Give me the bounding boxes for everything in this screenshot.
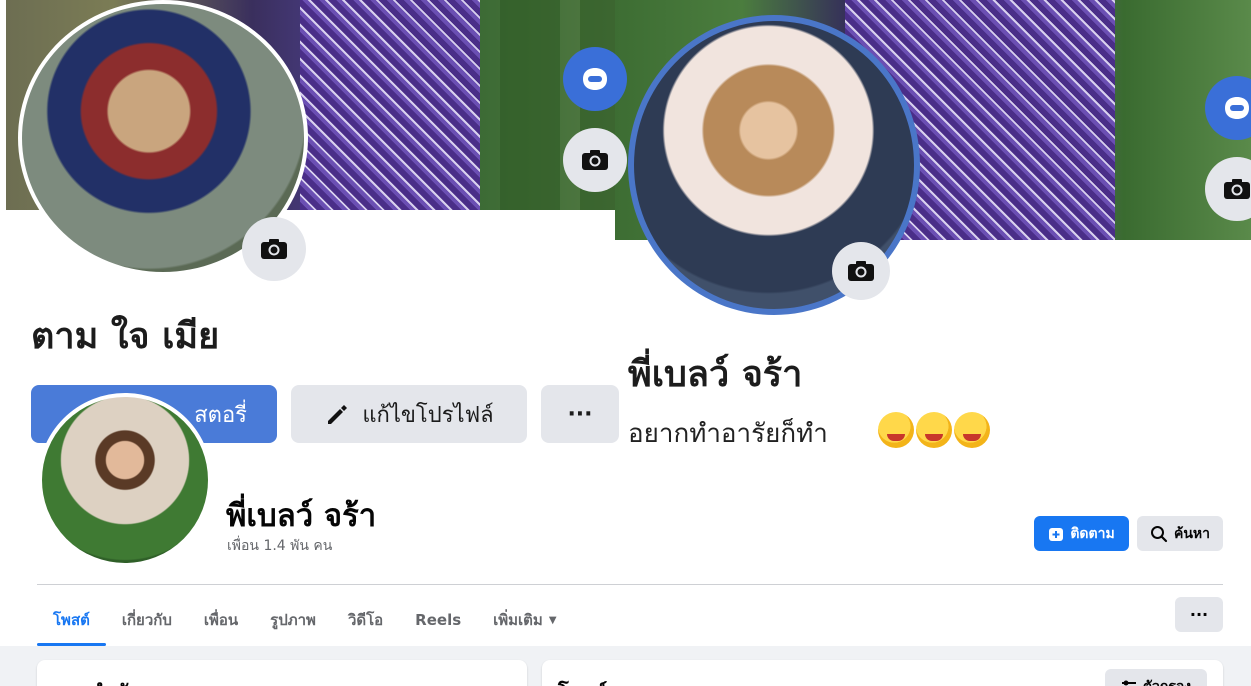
- tab-friends[interactable]: เพื่อน: [188, 596, 254, 644]
- tab-label: เพิ่มเติม: [493, 611, 543, 629]
- winking-tongue-emoji: [878, 412, 914, 448]
- profile-tabs: โพสต์ เกี่ยวกับ เพื่อน รูปภาพ วิดีโอ Ree…: [37, 596, 573, 646]
- tab-reels[interactable]: Reels: [399, 596, 477, 644]
- tab-label: เกี่ยวกับ: [121, 611, 172, 629]
- tab-label: เพื่อน: [203, 611, 239, 629]
- background-bio: อยากทำอารัยก็ทำ: [628, 419, 828, 449]
- avatar-button-middle[interactable]: [563, 47, 627, 111]
- tabs-more-label: ···: [1189, 605, 1209, 624]
- tab-more[interactable]: เพิ่มเติม ▼: [477, 596, 572, 644]
- background-name-left: ตาม ใจ เมีย: [31, 316, 220, 357]
- avatar-icon: [1225, 97, 1249, 119]
- camera-button-left[interactable]: [242, 217, 306, 281]
- story-button-label: สตอรี่: [194, 402, 247, 428]
- filter-label: ตัวกรอง: [1143, 676, 1191, 686]
- chevron-down-icon: ▼: [548, 614, 557, 626]
- profile-avatar[interactable]: [38, 393, 212, 567]
- profile-page: ตาม ใจ เมีย พี่เบลว์ จร้า อยากทำอารัยก็ท…: [0, 0, 1251, 686]
- filter-icon: [1121, 680, 1136, 686]
- edit-profile-button[interactable]: แก้ไขโปรไฟล์: [291, 385, 527, 443]
- filter-button[interactable]: ตัวกรอง: [1105, 669, 1207, 686]
- camera-button-middle[interactable]: [563, 128, 627, 192]
- posts-card: โพสต์ ตัวกรอง: [542, 660, 1223, 686]
- more-options-label: ···: [567, 401, 593, 427]
- posts-card-title: โพสต์: [558, 676, 607, 686]
- tab-videos[interactable]: วิดีโอ: [332, 596, 399, 644]
- camera-icon: [582, 150, 608, 170]
- profile-name: พี่เบลว์ จร้า: [226, 498, 377, 534]
- search-label: ค้นหา: [1173, 525, 1211, 542]
- tab-posts[interactable]: โพสต์: [37, 596, 106, 646]
- search-button[interactable]: ค้นหา: [1137, 516, 1223, 551]
- header-divider: [37, 584, 1223, 585]
- friends-count[interactable]: เพื่อน 1.4 พัน คน: [227, 535, 332, 557]
- follow-label: ติดตาม: [1070, 525, 1115, 542]
- intro-card: แนะนำตัว: [37, 660, 527, 686]
- winking-tongue-emoji: [916, 412, 952, 448]
- pencil-icon: [328, 405, 348, 424]
- camera-icon: [261, 239, 287, 259]
- edit-profile-label: แก้ไขโปรไฟล์: [362, 402, 494, 428]
- plus-icon: [1049, 527, 1064, 541]
- search-icon: [1150, 525, 1168, 542]
- page-edge: [0, 0, 6, 370]
- more-options-button[interactable]: ···: [541, 385, 619, 443]
- tabs-more-button[interactable]: ···: [1175, 597, 1223, 632]
- camera-icon: [848, 261, 874, 281]
- follow-button[interactable]: ติดตาม: [1034, 516, 1129, 551]
- tab-about[interactable]: เกี่ยวกับ: [106, 596, 188, 644]
- camera-icon: [1224, 179, 1250, 199]
- emoji-row: [878, 412, 990, 448]
- tab-label: วิดีโอ: [347, 611, 384, 629]
- tab-label: รูปภาพ: [270, 611, 316, 629]
- background-name-right: พี่เบลว์ จร้า: [628, 354, 803, 395]
- tab-label: โพสต์: [53, 611, 90, 629]
- tab-photos[interactable]: รูปภาพ: [254, 596, 332, 644]
- tab-label: Reels: [415, 611, 462, 629]
- avatar-icon: [583, 68, 607, 90]
- camera-button-right[interactable]: [832, 242, 890, 300]
- winking-tongue-emoji: [954, 412, 990, 448]
- intro-card-title: แนะนำตัว: [53, 676, 139, 686]
